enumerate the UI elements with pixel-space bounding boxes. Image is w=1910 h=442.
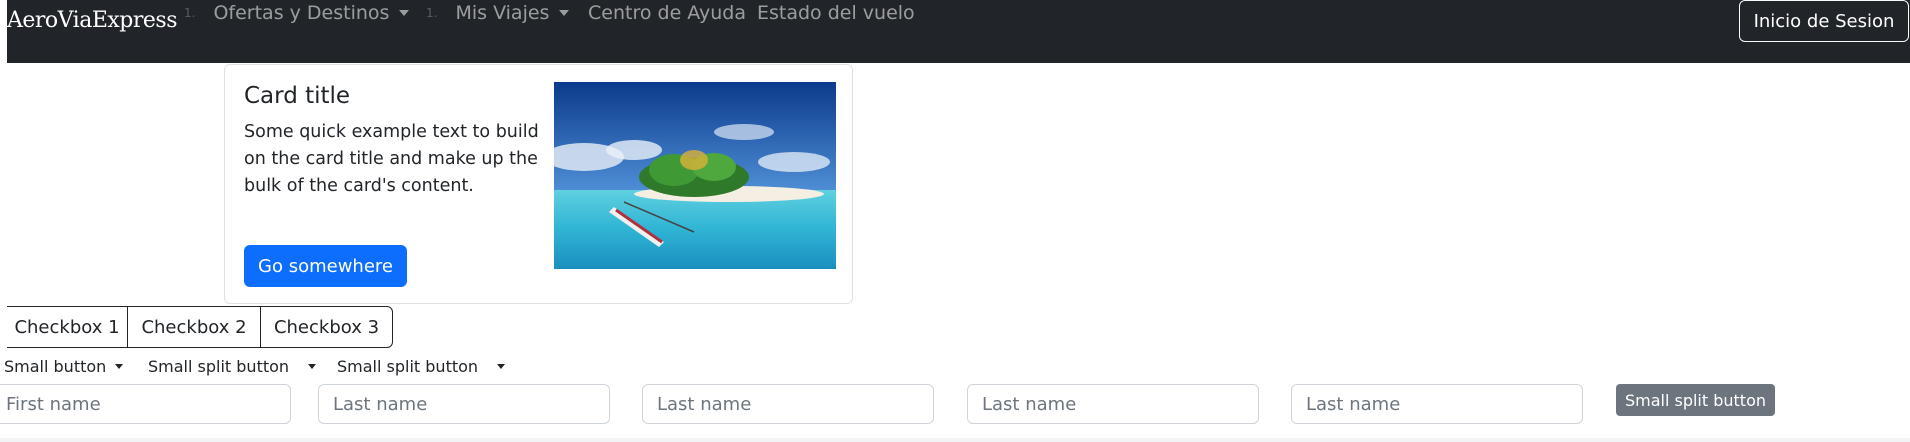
nav-item-label: Ofertas y Destinos — [213, 2, 390, 24]
small-split-button[interactable]: Small split button — [337, 355, 506, 377]
nav-mis-viajes[interactable]: 1. Mis Viajes — [426, 2, 570, 24]
nav-ofertas-destinos[interactable]: 1. Ofertas y Destinos — [184, 2, 410, 24]
last-name-input[interactable]: Last name — [642, 384, 934, 424]
card-title: Card title — [244, 83, 351, 109]
checkbox-3-toggle[interactable]: Checkbox 3 — [260, 307, 392, 347]
small-split-secondary-button[interactable]: Small split button — [1616, 384, 1775, 416]
card: Card title Some quick example text to bu… — [224, 64, 853, 304]
small-split-button-label: Small split button — [148, 356, 290, 376]
go-somewhere-button[interactable]: Go somewhere — [244, 245, 407, 287]
chevron-down-icon[interactable] — [308, 363, 317, 369]
small-split-button[interactable]: Small split button — [148, 355, 317, 377]
nav-item-number: 1. — [426, 6, 438, 20]
checkbox-2-toggle[interactable]: Checkbox 2 — [127, 307, 260, 347]
divider — [0, 438, 1910, 442]
nav-centro-ayuda[interactable]: Centro de Ayuda — [588, 2, 746, 24]
last-name-input[interactable]: Last name — [1291, 384, 1583, 424]
login-button[interactable]: Inicio de Sesion — [1739, 0, 1909, 42]
checkbox-1-toggle[interactable]: Checkbox 1 — [7, 307, 127, 347]
last-name-input[interactable]: Last name — [318, 384, 610, 424]
first-name-input[interactable]: First name — [0, 384, 291, 424]
nav-item-label: Mis Viajes — [455, 2, 550, 24]
chevron-down-icon — [559, 10, 570, 16]
nav-item-label: Centro de Ayuda — [588, 2, 746, 24]
checkbox-button-group: Checkbox 1 Checkbox 2 Checkbox 3 — [7, 306, 393, 348]
card-image — [554, 82, 836, 269]
chevron-down-icon[interactable] — [497, 363, 506, 369]
last-name-input[interactable]: Last name — [967, 384, 1259, 424]
chevron-down-icon — [115, 363, 124, 369]
nav-item-label: Estado del vuelo — [757, 2, 915, 24]
nav-item-number: 1. — [184, 6, 196, 20]
navbar: AeroViaExpress 1. Ofertas y Destinos 1. … — [7, 0, 1910, 63]
small-split-button-label: Small split button — [337, 356, 479, 376]
nav-estado-vuelo[interactable]: Estado del vuelo — [757, 2, 915, 24]
small-button-label: Small button — [4, 356, 107, 376]
card-text: Some quick example text to build on the … — [244, 122, 539, 196]
small-dropdown-button[interactable]: Small button — [4, 355, 124, 377]
chevron-down-icon — [399, 10, 410, 16]
brand-logo[interactable]: AeroViaExpress — [7, 8, 178, 33]
